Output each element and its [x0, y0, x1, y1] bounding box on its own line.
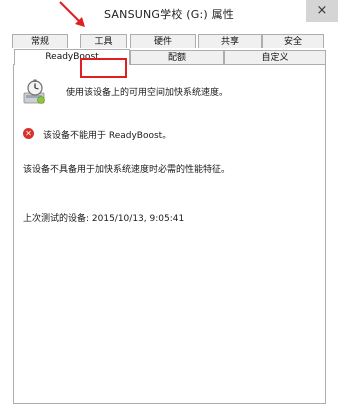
- tab-label: 配额: [167, 53, 186, 63]
- tab-sharing[interactable]: 共享: [198, 34, 262, 48]
- window-title: SANSUNG学校 (G:) 属性: [104, 8, 234, 21]
- readyboost-panel: 使用该设备上的可用空间加快系统速度。 ✕ 该设备不能用于 ReadyBoost。…: [13, 64, 326, 404]
- error-x-icon: ✕: [23, 128, 34, 139]
- title-bar: SANSUNG学校 (G:) 属性 ×: [0, 0, 338, 30]
- tab-customize[interactable]: 自定义: [224, 50, 326, 65]
- tab-label: 工具: [94, 37, 113, 47]
- tools-tab-highlight: [80, 58, 127, 78]
- tab-security[interactable]: 安全: [262, 34, 324, 48]
- readyboost-info: 使用该设备上的可用空间加快系统速度。: [66, 88, 229, 98]
- red-arrow-icon: [59, 1, 85, 27]
- last-test-label: 上次测试的设备: 2015/10/13, 9:05:41: [23, 214, 185, 224]
- tab-general[interactable]: 常规: [12, 34, 68, 48]
- tab-hardware[interactable]: 硬件: [130, 34, 196, 48]
- close-icon: ×: [316, 3, 328, 18]
- tab-quota[interactable]: 配额: [130, 50, 224, 65]
- close-button[interactable]: ×: [306, 0, 338, 22]
- tab-tools[interactable]: 工具: [80, 34, 127, 48]
- tab-label: 共享: [220, 37, 239, 47]
- tab-label: 自定义: [261, 53, 289, 63]
- readyboost-error: 该设备不能用于 ReadyBoost。: [43, 131, 172, 141]
- tab-label: 硬件: [153, 37, 172, 47]
- readyboost-detail: 该设备不具备用于加快系统速度时必需的性能特征。: [23, 165, 231, 175]
- stopwatch-icon: [23, 79, 45, 104]
- tab-label: 常规: [30, 37, 49, 47]
- tab-label: 安全: [283, 37, 302, 47]
